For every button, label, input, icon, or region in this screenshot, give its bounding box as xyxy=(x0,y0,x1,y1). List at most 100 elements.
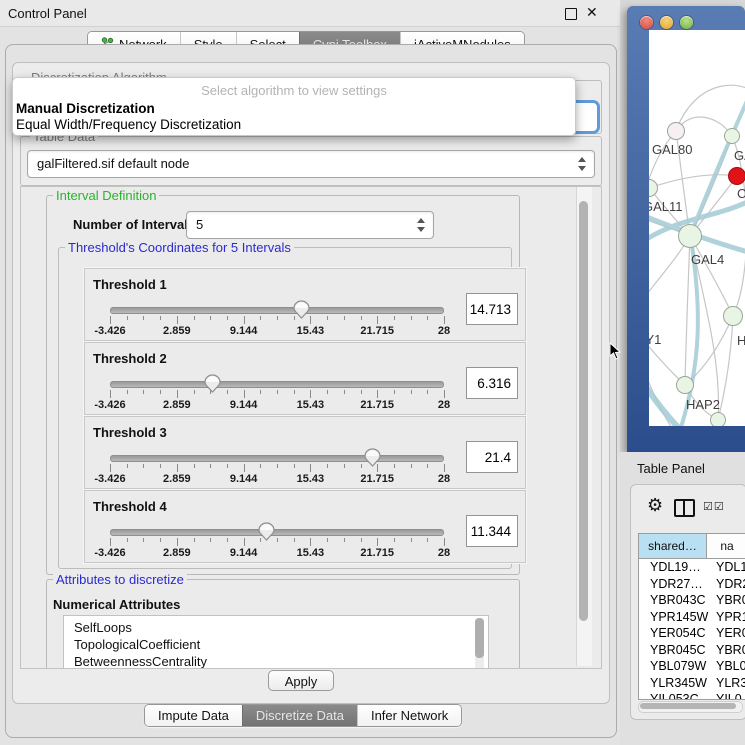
tick-mark xyxy=(444,316,445,324)
tick-label: 21.715 xyxy=(360,399,394,411)
table-row[interactable]: YPR145WYPR1 xyxy=(639,609,745,626)
tick-mark xyxy=(427,538,428,542)
threshold-value-field[interactable]: 11.344 xyxy=(466,515,518,547)
tick-mark xyxy=(411,538,412,542)
table-cell[interactable]: YDL19… xyxy=(639,559,707,576)
table-cell[interactable]: YER054C xyxy=(639,625,707,642)
network-node[interactable] xyxy=(678,224,702,248)
table-cell[interactable]: YER0 xyxy=(707,625,745,642)
slider-track[interactable] xyxy=(110,529,444,536)
threshold-value-field[interactable]: 6.316 xyxy=(466,367,518,399)
tick-label: 15.43 xyxy=(297,325,325,337)
slider-track[interactable] xyxy=(110,455,444,462)
table-cell[interactable]: YBL0 xyxy=(707,658,745,675)
threshold-value-field[interactable]: 14.713 xyxy=(466,293,518,325)
tick-mark xyxy=(444,390,445,398)
network-node[interactable] xyxy=(723,306,743,326)
settings-scrollbar[interactable] xyxy=(576,187,592,666)
table-cell[interactable]: YBR0 xyxy=(707,642,745,659)
network-node[interactable] xyxy=(676,376,694,394)
table-cell[interactable]: YBR0 xyxy=(707,592,745,609)
table-cell[interactable]: YLR345W xyxy=(639,675,707,692)
settings-scrollbar-thumb[interactable] xyxy=(579,201,588,621)
table-row[interactable]: YDR27…YDR2 xyxy=(639,576,745,593)
apply-button[interactable]: Apply xyxy=(268,670,334,691)
slider-thumb-icon[interactable] xyxy=(258,522,275,542)
float-window-icon[interactable] xyxy=(565,8,577,20)
network-window[interactable]: GAL80GACGAL11GAL4GCY1HHAP2 xyxy=(627,6,745,452)
network-node[interactable] xyxy=(710,412,726,426)
table-data-combobox[interactable]: galFiltered.sif default node xyxy=(27,150,595,178)
minimize-traffic-light-icon[interactable] xyxy=(660,16,673,29)
tab-impute-data[interactable]: Impute Data xyxy=(145,705,242,726)
tick-mark xyxy=(327,390,328,394)
table-cell[interactable]: YIL053C xyxy=(639,691,707,699)
table-row[interactable]: YBL079WYBL0 xyxy=(639,658,745,675)
table-row[interactable]: YBR045CYBR0 xyxy=(639,642,745,659)
table-header-row: shared…na xyxy=(639,534,745,559)
algorithm-option[interactable]: Equal Width/Frequency Discretization xyxy=(16,117,241,132)
numerical-attributes-list[interactable]: SelfLoops TopologicalCoefficient Betweenne… xyxy=(63,615,489,669)
table-column-header[interactable]: na xyxy=(707,534,745,558)
tick-mark xyxy=(177,316,178,324)
split-columns-icon[interactable] xyxy=(674,499,695,517)
table-cell[interactable]: YBR043C xyxy=(639,592,707,609)
table-row[interactable]: YLR345WYLR3 xyxy=(639,675,745,692)
slider-track[interactable] xyxy=(110,381,444,388)
network-node[interactable] xyxy=(724,128,740,144)
node-table[interactable]: shared…na YDL19…YDL1YDR27…YDR2YBR043CYBR… xyxy=(638,533,745,700)
attribute-item[interactable]: TopologicalCoefficient xyxy=(74,637,200,652)
intervals-combobox[interactable]: 5 xyxy=(186,211,434,239)
tab-label: Discretize Data xyxy=(256,708,344,723)
table-row[interactable]: YER054CYER0 xyxy=(639,625,745,642)
threshold-value-field[interactable]: 21.4 xyxy=(466,441,518,473)
network-node[interactable] xyxy=(667,122,685,140)
tick-label: 21.715 xyxy=(360,325,394,337)
threshold-label: Threshold 3 xyxy=(93,425,167,440)
slider-tick-labels: -3.4262.8599.14415.4321.71528 xyxy=(110,473,444,485)
network-node[interactable] xyxy=(728,167,745,185)
algorithm-option[interactable]: Manual Discretization xyxy=(16,101,155,116)
table-column-header[interactable]: shared… xyxy=(639,534,707,558)
attribute-item[interactable]: BetweennessCentrality xyxy=(74,654,207,669)
network-node-label: GAL4 xyxy=(691,252,724,267)
table-cell[interactable]: YIL0 xyxy=(707,691,745,699)
combo-arrows-icon xyxy=(577,156,586,172)
table-cell[interactable]: YPR1 xyxy=(707,609,745,626)
gear-icon[interactable]: ⚙ xyxy=(647,495,663,516)
table-cell[interactable]: YPR145W xyxy=(639,609,707,626)
slider-thumb-icon[interactable] xyxy=(364,448,381,468)
table-cell[interactable]: YDL1 xyxy=(707,559,745,576)
table-cell[interactable]: YDR2 xyxy=(707,576,745,593)
tick-mark xyxy=(244,316,245,324)
slider-thumb-icon[interactable] xyxy=(204,374,221,394)
table-horizontal-scrollbar[interactable] xyxy=(638,701,743,713)
numerical-attributes-label: Numerical Attributes xyxy=(53,597,180,612)
zoom-traffic-light-icon[interactable] xyxy=(680,16,693,29)
tick-mark xyxy=(310,390,311,398)
table-cell[interactable]: YDR27… xyxy=(639,576,707,593)
select-columns-icon[interactable]: ☑☑ xyxy=(703,500,725,513)
network-canvas[interactable]: GAL80GACGAL11GAL4GCY1HHAP2 xyxy=(649,30,745,426)
tab-infer-network[interactable]: Infer Network xyxy=(357,705,461,726)
table-hscrollbar-thumb[interactable] xyxy=(640,703,736,709)
close-traffic-light-icon[interactable] xyxy=(640,16,653,29)
table-cell[interactable]: YBL079W xyxy=(639,658,707,675)
tick-mark xyxy=(394,464,395,468)
tab-discretize-data[interactable]: Discretize Data xyxy=(242,705,357,726)
list-scrollbar-thumb[interactable] xyxy=(475,618,484,658)
table-cell[interactable]: YBR045C xyxy=(639,642,707,659)
table-row[interactable]: YDL19…YDL1 xyxy=(639,559,745,576)
list-scrollbar[interactable] xyxy=(475,618,484,669)
attributes-group-title: Attributes to discretize xyxy=(53,572,187,587)
table-cell[interactable]: YLR3 xyxy=(707,675,745,692)
close-icon[interactable]: ✕ xyxy=(586,4,598,21)
slider-thumb-icon[interactable] xyxy=(293,300,310,320)
table-row[interactable]: YBR043CYBR0 xyxy=(639,592,745,609)
slider-track[interactable] xyxy=(110,307,444,314)
tick-mark xyxy=(227,316,228,320)
tick-mark xyxy=(361,464,362,468)
table-row[interactable]: YIL053CYIL0 xyxy=(639,691,745,699)
attribute-item[interactable]: SelfLoops xyxy=(74,620,132,635)
tick-mark xyxy=(411,390,412,394)
